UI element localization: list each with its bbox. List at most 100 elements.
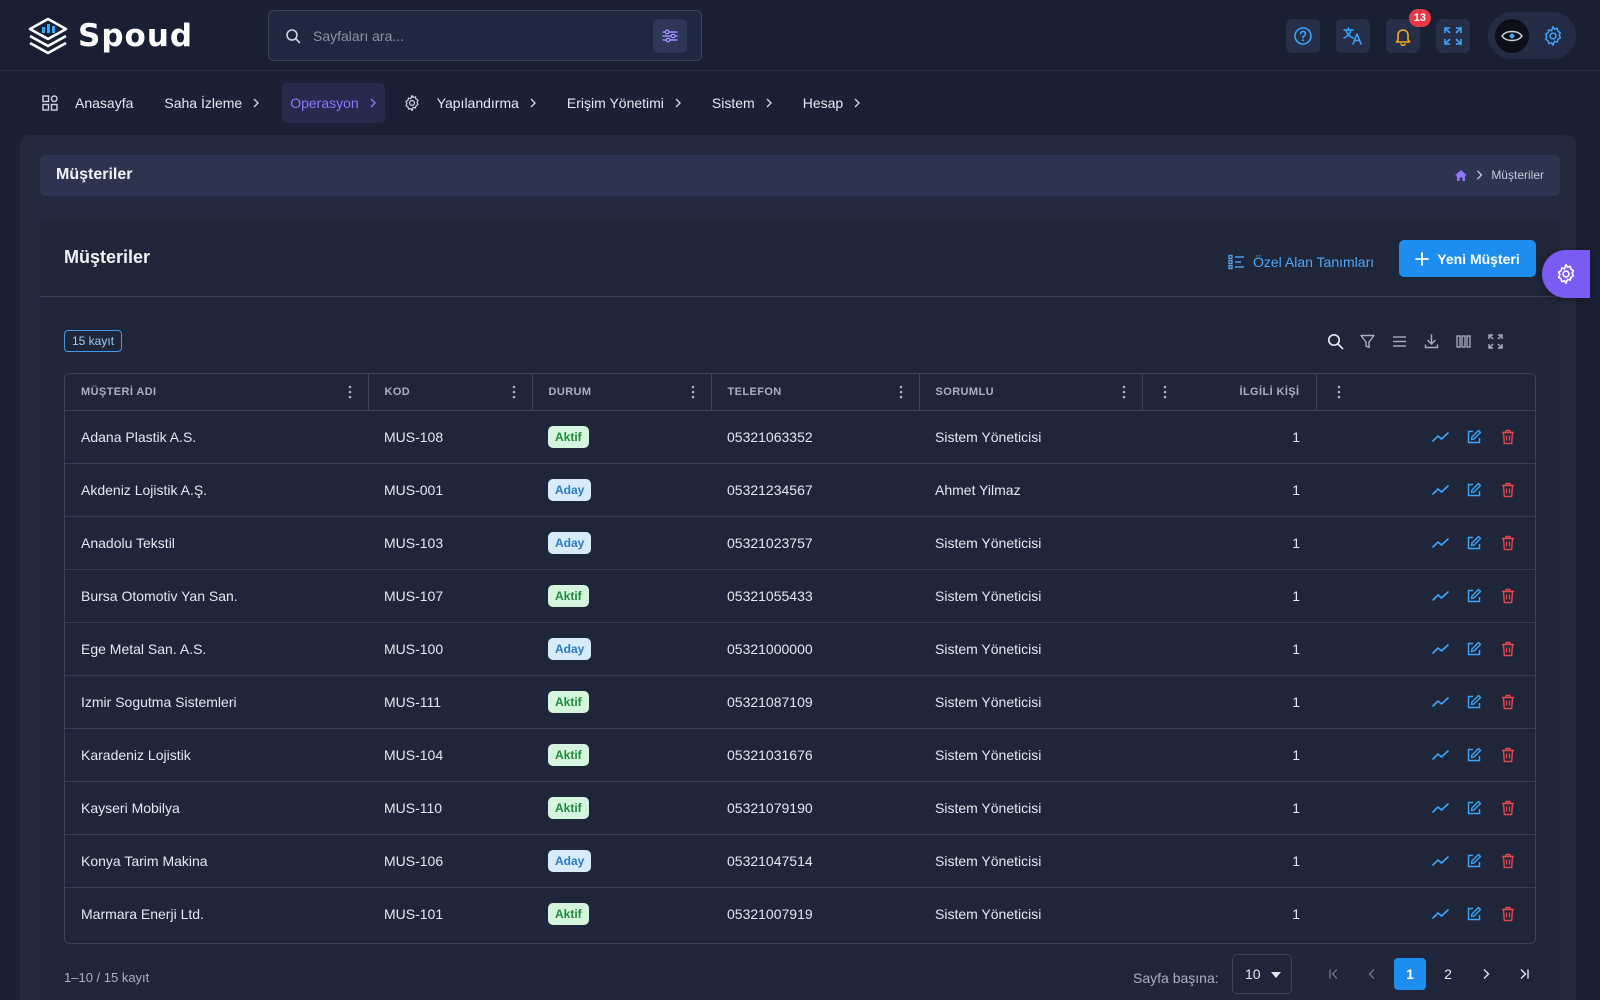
nav-item-sistem[interactable]: Sistem	[704, 83, 781, 123]
cell-status: Aktif	[532, 410, 711, 463]
edit-button[interactable]	[1465, 905, 1483, 923]
table-row[interactable]: Marmara Enerji Ltd. MUS-101 Aktif 053210…	[65, 887, 1535, 940]
column-header-code[interactable]: KOD	[368, 374, 533, 411]
edit-button[interactable]	[1465, 746, 1483, 764]
delete-button[interactable]	[1499, 640, 1517, 658]
analytics-button[interactable]	[1431, 640, 1449, 658]
more-vertical-icon[interactable]	[1337, 385, 1341, 399]
column-header-owner[interactable]: SORUMLU	[919, 374, 1143, 411]
custom-fields-button[interactable]: Özel Alan Tanımları	[1228, 244, 1374, 280]
analytics-button[interactable]	[1431, 481, 1449, 499]
table-row[interactable]: Akdeniz Lojistik A.Ş. MUS-001 Aday 05321…	[65, 463, 1535, 516]
table-row[interactable]: Konya Tarim Makina MUS-106 Aday 05321047…	[65, 834, 1535, 887]
cell-status: Aday	[532, 834, 711, 887]
analytics-button[interactable]	[1431, 905, 1449, 923]
table-fullscreen-button[interactable]	[1486, 332, 1505, 351]
more-vertical-icon[interactable]	[691, 385, 695, 399]
nav-item-saha-izleme[interactable]: Saha İzleme	[156, 83, 268, 123]
nav-item-erisim-yonetimi[interactable]: Erişim Yönetimi	[559, 83, 690, 123]
column-header-name[interactable]: MÜŞTERİ ADI	[65, 374, 369, 411]
prev-page-button[interactable]	[1356, 958, 1388, 990]
status-badge: Aday	[548, 478, 592, 501]
column-header-phone[interactable]: TELEFON	[711, 374, 920, 411]
analytics-button[interactable]	[1431, 799, 1449, 817]
table-columns-button[interactable]	[1454, 332, 1473, 351]
edit-button[interactable]	[1465, 852, 1483, 870]
nav-item-anasayfa[interactable]: Anasayfa	[33, 83, 141, 123]
delete-button[interactable]	[1499, 587, 1517, 605]
table-row[interactable]: Karadeniz Lojistik MUS-104 Aktif 0532103…	[65, 728, 1535, 781]
delete-button[interactable]	[1499, 746, 1517, 764]
analytics-button[interactable]	[1431, 428, 1449, 446]
analytics-button[interactable]	[1431, 746, 1449, 764]
language-button[interactable]	[1336, 19, 1370, 53]
notifications-button[interactable]: 13	[1386, 9, 1431, 53]
edit-button[interactable]	[1465, 640, 1483, 658]
table-row[interactable]: Bursa Otomotiv Yan San. MUS-107 Aktif 05…	[65, 569, 1535, 622]
user-menu[interactable]	[1488, 12, 1576, 59]
edit-button[interactable]	[1465, 428, 1483, 446]
table-density-button[interactable]	[1390, 332, 1409, 351]
edit-button[interactable]	[1465, 481, 1483, 499]
delete-button[interactable]	[1499, 428, 1517, 446]
analytics-button[interactable]	[1431, 587, 1449, 605]
table-search-button[interactable]	[1326, 332, 1345, 351]
table-row[interactable]: Ege Metal San. A.S. MUS-100 Aday 0532100…	[65, 622, 1535, 675]
trash-icon	[1502, 906, 1514, 921]
column-header-status[interactable]: DURUM	[532, 374, 712, 411]
table-filter-button[interactable]	[1358, 332, 1377, 351]
analytics-button[interactable]	[1431, 534, 1449, 552]
analytics-button[interactable]	[1431, 693, 1449, 711]
new-customer-button[interactable]: Yeni Müşteri	[1399, 240, 1536, 277]
search-icon	[286, 28, 301, 43]
first-page-button[interactable]	[1318, 958, 1350, 990]
theme-settings-button[interactable]	[1542, 250, 1590, 298]
next-page-button[interactable]	[1470, 958, 1502, 990]
last-page-button[interactable]	[1508, 958, 1540, 990]
delete-button[interactable]	[1499, 693, 1517, 711]
search-options-button[interactable]	[653, 18, 687, 53]
delete-button[interactable]	[1499, 799, 1517, 817]
more-vertical-icon[interactable]	[899, 385, 903, 399]
nav-item-hesap[interactable]: Hesap	[795, 83, 869, 123]
avatar	[1495, 18, 1529, 53]
table-row[interactable]: Adana Plastik A.S. MUS-108 Aktif 0532106…	[65, 410, 1535, 463]
delete-button[interactable]	[1499, 481, 1517, 499]
delete-button[interactable]	[1499, 905, 1517, 923]
table-export-button[interactable]	[1422, 332, 1441, 351]
home-icon[interactable]	[1454, 169, 1468, 182]
help-button[interactable]	[1286, 19, 1320, 53]
table-row[interactable]: Kayseri Mobilya MUS-110 Aktif 0532107919…	[65, 781, 1535, 834]
fullscreen-button[interactable]	[1436, 19, 1470, 53]
column-header-contacts[interactable]: İLGİLİ KİŞİ	[1142, 374, 1317, 411]
chevron-right-icon	[370, 98, 376, 108]
table-row[interactable]: Anadolu Tekstil MUS-103 Aday 05321023757…	[65, 516, 1535, 569]
edit-button[interactable]	[1465, 534, 1483, 552]
edit-button[interactable]	[1465, 587, 1483, 605]
column-header-actions[interactable]	[1316, 374, 1535, 411]
page-button-1[interactable]: 1	[1394, 958, 1426, 990]
nav-item-operasyon[interactable]: Operasyon	[282, 83, 385, 123]
nav-item-yapilandirma[interactable]: Yapılandırma	[395, 83, 545, 123]
page-button-2[interactable]: 2	[1432, 958, 1464, 990]
cell-actions	[1316, 675, 1535, 728]
chevron-right-icon	[1483, 969, 1490, 979]
settings-gear-icon[interactable]	[1542, 25, 1564, 47]
table-row[interactable]: Izmir Sogutma Sistemleri MUS-111 Aktif 0…	[65, 675, 1535, 728]
cell-contacts: 1	[1292, 746, 1300, 763]
edit-button[interactable]	[1465, 799, 1483, 817]
edit-button[interactable]	[1465, 693, 1483, 711]
delete-button[interactable]	[1499, 852, 1517, 870]
more-vertical-icon[interactable]	[348, 385, 352, 399]
brand-logo[interactable]: Spoud	[26, 15, 193, 57]
cell-name: Anadolu Tekstil	[81, 534, 175, 551]
trend-icon	[1431, 696, 1449, 707]
more-vertical-icon[interactable]	[1163, 385, 1167, 399]
analytics-button[interactable]	[1431, 852, 1449, 870]
delete-button[interactable]	[1499, 534, 1517, 552]
more-vertical-icon[interactable]	[1122, 385, 1126, 399]
cell-code: MUS-106	[384, 852, 444, 869]
more-vertical-icon[interactable]	[512, 385, 516, 399]
per-page-select[interactable]: 10	[1232, 954, 1292, 994]
search-input[interactable]	[301, 11, 653, 60]
